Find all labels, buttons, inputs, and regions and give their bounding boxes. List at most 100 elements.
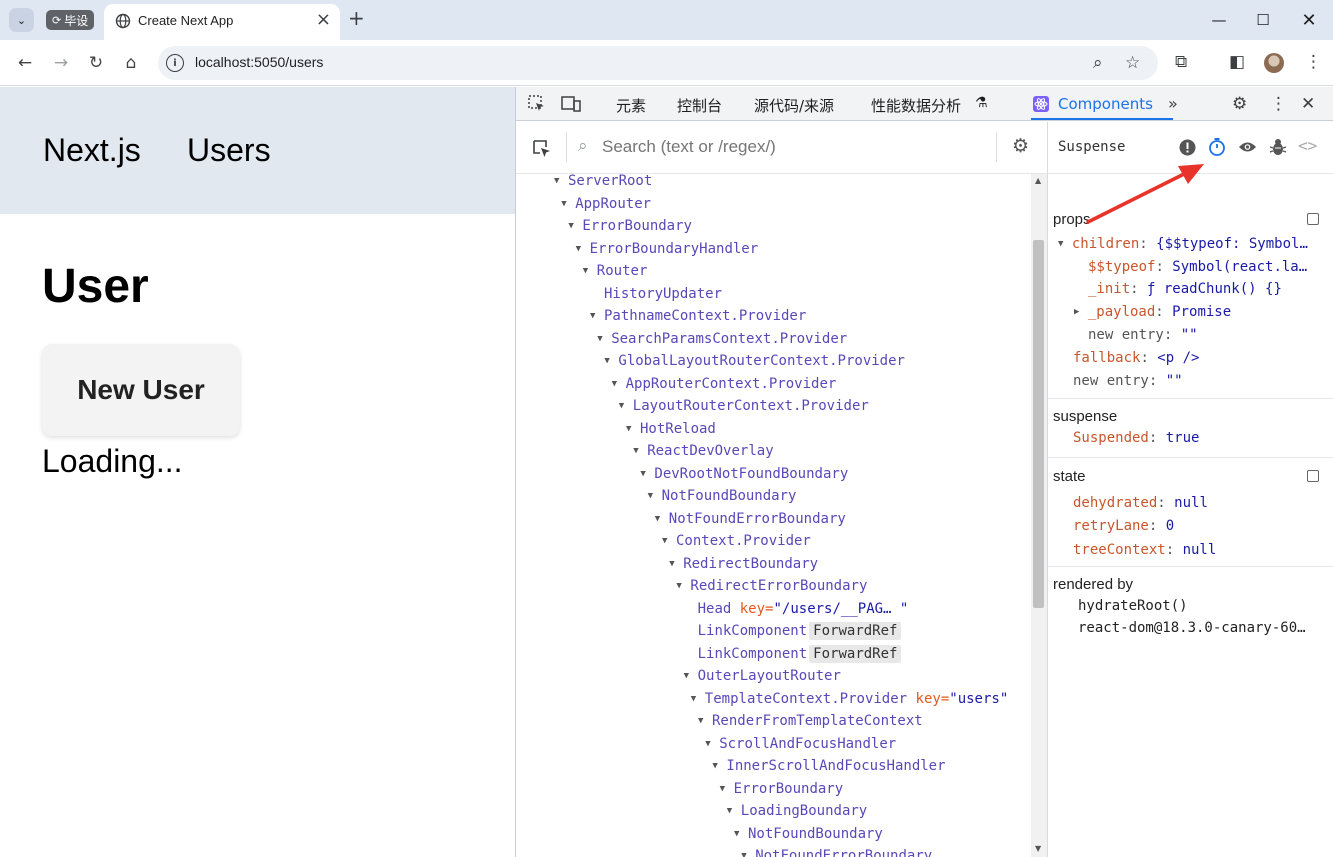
- tab-group-chip[interactable]: ⟳ 毕设: [46, 10, 95, 30]
- eye-icon[interactable]: [1238, 140, 1257, 154]
- tree-node[interactable]: ▼ TemplateContext.Provider key="users": [691, 688, 1008, 710]
- expand-arrow-icon[interactable]: ▼: [568, 215, 582, 237]
- tree-node[interactable]: ▼ PathnameContext.Provider: [590, 305, 806, 327]
- suspended-toggle[interactable]: Suspended: true: [1073, 427, 1199, 449]
- address-bar[interactable]: i localhost:5050/users ⌕ ☆: [158, 46, 1158, 80]
- expand-arrow-icon[interactable]: ▼: [662, 530, 676, 552]
- expand-arrow-icon[interactable]: ▼: [741, 845, 755, 857]
- rendered-by-item[interactable]: hydrateRoot(): [1078, 595, 1188, 617]
- close-tab-icon[interactable]: ×: [316, 11, 331, 29]
- new-entry-input[interactable]: new entry: "": [1073, 370, 1183, 392]
- rendered-by-item[interactable]: react-dom@18.3.0-canary-60…: [1078, 617, 1323, 639]
- expand-arrow-icon[interactable]: ▼: [727, 800, 741, 822]
- tree-scrollbar[interactable]: ▲ ▼: [1031, 174, 1047, 857]
- prop-children[interactable]: ▼ children: {$$typeof: Symbol…: [1058, 233, 1330, 255]
- new-tab-icon[interactable]: +: [348, 8, 365, 28]
- expand-arrow-icon[interactable]: ▼: [698, 710, 712, 732]
- tree-node[interactable]: ▼ AppRouterContext.Provider: [612, 373, 837, 395]
- tree-node[interactable]: Head key="/users/__PAG… ": [684, 598, 909, 620]
- tree-scrollbar-thumb[interactable]: [1033, 240, 1044, 608]
- tree-node[interactable]: ▼ SearchParamsContext.Provider: [597, 328, 847, 350]
- scroll-up-icon[interactable]: ▲: [1035, 176, 1041, 185]
- tree-node[interactable]: ▼ Context.Provider: [662, 530, 811, 552]
- prop-payload[interactable]: ▶ _payload: Promise: [1074, 301, 1231, 323]
- url-text[interactable]: localhost:5050/users: [195, 54, 323, 70]
- stopwatch-icon[interactable]: [1208, 137, 1226, 157]
- expand-arrow-icon[interactable]: ▼: [705, 733, 719, 755]
- expand-arrow-icon[interactable]: ▼: [684, 665, 698, 687]
- expand-arrow-icon[interactable]: ▼: [676, 575, 690, 597]
- copy-props-icon[interactable]: [1307, 213, 1319, 225]
- forward-arrow-icon[interactable]: →: [48, 50, 74, 76]
- close-devtools-icon[interactable]: ✕: [1301, 94, 1315, 114]
- tree-node[interactable]: ▼ RedirectBoundary: [669, 553, 818, 575]
- tree-node[interactable]: ▼ ScrollAndFocusHandler: [705, 733, 896, 755]
- select-component-icon[interactable]: [532, 139, 552, 159]
- tree-node[interactable]: ▼ DevRootNotFoundBoundary: [640, 463, 848, 485]
- expand-arrow-icon[interactable]: ▼: [648, 485, 662, 507]
- tree-node[interactable]: ▼ InnerScrollAndFocusHandler: [712, 755, 945, 777]
- new-entry-input[interactable]: new entry: "": [1088, 324, 1198, 346]
- scroll-down-icon[interactable]: ▼: [1035, 844, 1041, 853]
- tab-console[interactable]: 控制台: [677, 95, 722, 116]
- tree-node[interactable]: ▼ ReactDevOverlay: [633, 440, 773, 462]
- tree-node[interactable]: ▼ NotFoundErrorBoundary: [655, 508, 846, 530]
- side-panel-icon[interactable]: ◧: [1229, 52, 1245, 72]
- expand-arrow-icon[interactable]: ▼: [626, 418, 640, 440]
- nav-users-link[interactable]: Users: [187, 132, 271, 169]
- expand-arrow-icon[interactable]: ▼: [734, 823, 748, 845]
- more-menu-icon[interactable]: ⋮: [1305, 52, 1322, 72]
- devtools-menu-icon[interactable]: ⋮: [1270, 94, 1287, 114]
- component-search-input[interactable]: [602, 132, 982, 162]
- maximize-icon[interactable]: ☐: [1240, 8, 1286, 32]
- more-tabs-icon[interactable]: »: [1168, 94, 1178, 113]
- expand-arrow-icon[interactable]: ▼: [554, 174, 568, 192]
- reload-icon[interactable]: ↻: [83, 50, 109, 76]
- tree-node[interactable]: ▼ HotReload: [626, 418, 716, 440]
- extensions-icon[interactable]: ⧉: [1175, 52, 1187, 72]
- settings-gear-icon[interactable]: ⚙: [1232, 94, 1247, 114]
- tree-node[interactable]: ▼ NotFoundBoundary: [734, 823, 883, 845]
- tab-elements[interactable]: 元素: [616, 95, 646, 116]
- tree-node[interactable]: ▼ ErrorBoundary: [568, 215, 692, 237]
- tab-sources[interactable]: 源代码/来源: [754, 95, 834, 116]
- close-window-icon[interactable]: ✕: [1286, 8, 1332, 32]
- expand-arrow-icon[interactable]: ▼: [655, 508, 669, 530]
- tree-node[interactable]: ▼ NotFoundBoundary: [648, 485, 797, 507]
- tree-node[interactable]: ▼ LayoutRouterContext.Provider: [619, 395, 869, 417]
- tree-node[interactable]: ▼ ServerRoot: [554, 174, 652, 192]
- expand-arrow-icon[interactable]: ▼: [720, 778, 734, 800]
- expand-arrow-icon[interactable]: ▼: [561, 193, 575, 215]
- tree-node[interactable]: ▼ RedirectErrorBoundary: [676, 575, 867, 597]
- tree-node[interactable]: ▼ Router: [583, 260, 648, 282]
- expand-arrow-icon[interactable]: ▼: [619, 395, 633, 417]
- active-tab[interactable]: Create Next App ×: [104, 4, 340, 40]
- tree-node[interactable]: ▼ RenderFromTemplateContext: [698, 710, 923, 732]
- minimize-icon[interactable]: —: [1196, 8, 1242, 32]
- view-source-icon[interactable]: <>: [1298, 136, 1317, 155]
- tree-node[interactable]: ▼ OuterLayoutRouter: [684, 665, 841, 687]
- tree-node[interactable]: HistoryUpdater: [590, 283, 722, 305]
- expand-arrow-icon[interactable]: ▼: [640, 463, 654, 485]
- bug-icon[interactable]: [1270, 138, 1286, 156]
- tree-node[interactable]: LinkComponent ForwardRef: [684, 620, 902, 642]
- expand-arrow-icon[interactable]: ▼: [633, 440, 647, 462]
- expand-arrow-icon[interactable]: ▼: [604, 350, 618, 372]
- tree-node[interactable]: ▼ GlobalLayoutRouterContext.Provider: [604, 350, 905, 372]
- collapse-arrow-icon[interactable]: ▶: [1074, 307, 1079, 317]
- nav-brand-link[interactable]: Next.js: [43, 132, 141, 169]
- tab-search-dropdown[interactable]: ⌄: [9, 8, 34, 32]
- profile-avatar[interactable]: [1264, 53, 1284, 73]
- tree-settings-gear-icon[interactable]: ⚙: [1012, 135, 1029, 157]
- suspend-error-icon[interactable]: [1179, 139, 1196, 156]
- expand-arrow-icon[interactable]: ▼: [691, 688, 705, 710]
- expand-arrow-icon[interactable]: ▼: [597, 328, 611, 350]
- zoom-icon[interactable]: ⌕: [1093, 53, 1103, 73]
- site-info-icon[interactable]: i: [166, 54, 184, 72]
- bookmark-star-icon[interactable]: ☆: [1125, 53, 1140, 73]
- tree-node[interactable]: ▼ AppRouter: [561, 193, 651, 215]
- tree-node[interactable]: ▼ ErrorBoundary: [720, 778, 844, 800]
- expand-arrow-icon[interactable]: ▼: [576, 238, 590, 260]
- expand-arrow-icon[interactable]: ▼: [583, 260, 597, 282]
- tree-node[interactable]: ▼ LoadingBoundary: [727, 800, 867, 822]
